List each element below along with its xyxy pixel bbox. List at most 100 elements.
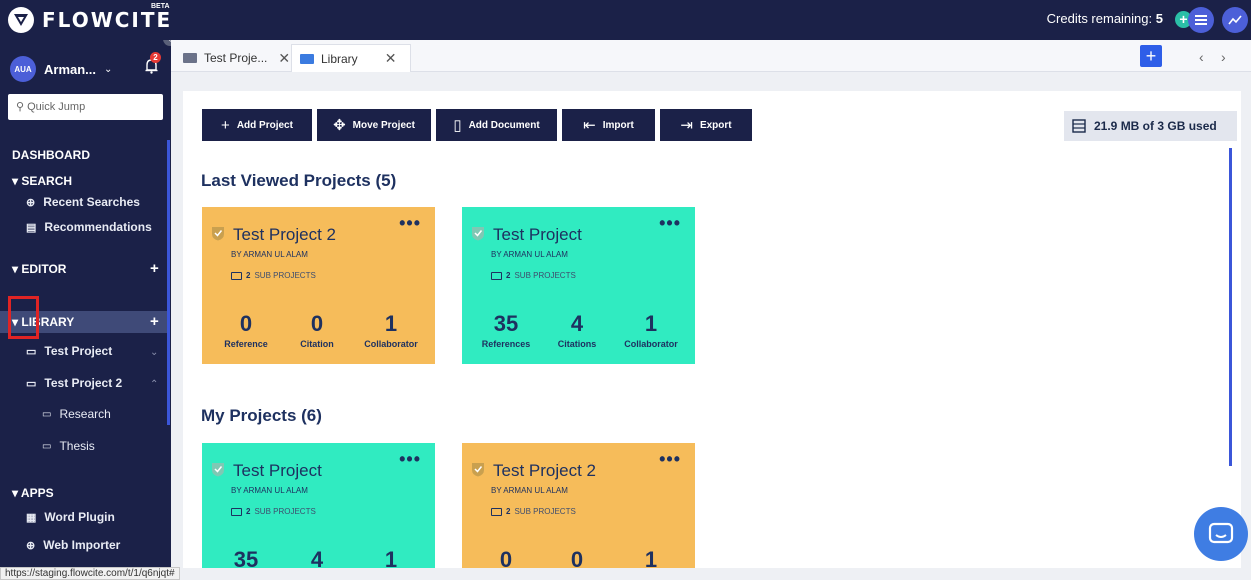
sidebar-item-test-project[interactable]: ▭ Test Project: [26, 344, 112, 358]
sub-projects-count: 2: [246, 507, 251, 516]
stat-references: 35: [216, 547, 276, 568]
sub-projects-label: SUB PROJECTS: [254, 271, 316, 280]
chevron-down-icon[interactable]: ⌄: [150, 347, 158, 358]
globe-icon: ⊕: [26, 539, 36, 552]
tab-bar: Test Proje... ✕ Library ✕ + ‹ ›: [171, 40, 1251, 72]
quick-jump-placeholder: Quick Jump: [27, 101, 86, 113]
sidebar-scrollbar[interactable]: [167, 140, 170, 425]
word-plugin-icon: ▦: [26, 511, 37, 524]
chevron-left-icon[interactable]: ‹: [1199, 49, 1204, 65]
sidebar-search[interactable]: ▾ SEARCH: [12, 174, 72, 188]
my-projects-title: My Projects (6): [201, 406, 322, 425]
sidebar-item-recent-searches[interactable]: ⊕ Recent Searches: [26, 195, 140, 209]
close-icon[interactable]: ✕: [278, 50, 290, 67]
stat-number: 35: [493, 311, 519, 336]
sidebar-item-web-importer[interactable]: ⊕ Web Importer: [26, 538, 120, 552]
list-menu-button[interactable]: [1188, 7, 1214, 33]
sidebar-search-label: SEARCH: [21, 174, 73, 188]
sub-projects-label: SUB PROJECTS: [514, 271, 576, 280]
tab-library[interactable]: Library ✕: [291, 44, 411, 72]
stat-label: References: [481, 339, 531, 349]
storage-usage: 21.9 MB of 3 GB used: [1064, 111, 1237, 141]
sub-projects[interactable]: 2 SUB PROJECTS: [231, 271, 316, 280]
sub-projects-count: 2: [506, 271, 511, 280]
storage-icon: [1072, 119, 1086, 133]
stat-label: Collaborator: [364, 339, 418, 349]
chat-support-button[interactable]: [1194, 507, 1248, 561]
card-title[interactable]: Test Project 2: [493, 461, 596, 481]
main-scrollbar[interactable]: [1229, 148, 1232, 466]
credits-label: Credits remaining:: [1046, 11, 1153, 26]
test-project-2-label: Test Project 2: [44, 376, 123, 390]
sidebar-item-recommendations[interactable]: ▤ Recommendations: [26, 220, 152, 234]
stat-number: 4: [570, 311, 584, 336]
sidebar-dashboard[interactable]: DASHBOARD: [12, 148, 90, 162]
flowcite-logo[interactable]: FLOWCITE: [8, 6, 172, 34]
folder-icon: [491, 507, 502, 516]
chevron-up-icon[interactable]: ⌃: [150, 379, 158, 390]
activity-button[interactable]: [1222, 7, 1248, 33]
stat-number: 1: [644, 311, 658, 336]
sidebar-item-research[interactable]: ▭ Research: [42, 407, 111, 421]
research-label: Research: [59, 407, 111, 421]
main-content: + Add Project ✥ Move Project ▯ Add Docum…: [183, 91, 1241, 568]
more-options-icon[interactable]: •••: [659, 213, 681, 234]
tab-test-project-label: Test Proje...: [204, 51, 268, 65]
more-options-icon[interactable]: •••: [659, 449, 681, 470]
sidebar-item-thesis[interactable]: ▭ Thesis: [42, 439, 95, 453]
stat-label: Citations: [557, 339, 597, 349]
tab-test-project[interactable]: Test Proje... ✕: [175, 44, 298, 72]
search-icon: ⚲: [16, 101, 25, 113]
card-title[interactable]: Test Project: [233, 461, 322, 481]
project-card[interactable]: ••• Test Project BY ARMAN UL ALAM 2 SUB …: [202, 443, 435, 568]
list-icon: [1195, 15, 1207, 25]
move-icon: ✥: [333, 117, 346, 134]
sidebar-editor-label: EDITOR: [21, 262, 67, 276]
sub-projects[interactable]: 2 SUB PROJECTS: [491, 271, 576, 280]
sidebar-item-word-plugin[interactable]: ▦ Word Plugin: [26, 510, 115, 524]
add-project-button[interactable]: + Add Project: [202, 109, 312, 141]
more-options-icon[interactable]: •••: [399, 213, 421, 234]
export-button[interactable]: ⇥ Export: [660, 109, 752, 141]
stat-number: 0: [239, 311, 253, 336]
quick-jump-input[interactable]: ⚲ Quick Jump: [8, 94, 163, 120]
stat-collaborators: 1 Collaborator: [356, 311, 426, 349]
new-tab-button[interactable]: +: [1140, 45, 1162, 67]
collapse-sidebar-button[interactable]: ‹: [163, 40, 171, 46]
sidebar-item-test-project-2[interactable]: ▭ Test Project 2: [26, 376, 122, 390]
chevron-down-icon: ⌄: [104, 63, 113, 75]
folder-icon: [231, 271, 242, 280]
sub-projects-label: SUB PROJECTS: [254, 507, 316, 516]
project-card[interactable]: ••• Test Project 2 BY ARMAN UL ALAM 2 SU…: [462, 443, 695, 568]
word-plugin-label: Word Plugin: [44, 510, 115, 524]
activity-icon: [1228, 15, 1242, 25]
last-viewed-title: Last Viewed Projects (5): [201, 171, 397, 190]
folder-open-icon: ▭: [26, 377, 37, 390]
import-button[interactable]: ⇤ Import: [562, 109, 655, 141]
add-library-button[interactable]: +: [150, 313, 159, 330]
project-card[interactable]: ••• Test Project 2 BY ARMAN UL ALAM 2 SU…: [202, 207, 435, 364]
sub-projects[interactable]: 2 SUB PROJECTS: [491, 507, 576, 516]
add-document-button[interactable]: ▯ Add Document: [436, 109, 557, 141]
sub-projects-count: 2: [506, 507, 511, 516]
sub-projects[interactable]: 2 SUB PROJECTS: [231, 507, 316, 516]
tab-library-label: Library: [321, 51, 358, 66]
beta-label: BETA: [151, 3, 170, 10]
card-title[interactable]: Test Project 2: [233, 225, 336, 245]
move-project-button[interactable]: ✥ Move Project: [317, 109, 431, 141]
card-title[interactable]: Test Project: [493, 225, 582, 245]
add-project-label: Add Project: [236, 119, 293, 131]
chevron-right-icon[interactable]: ›: [1221, 49, 1226, 65]
document-icon: ▯: [453, 117, 462, 134]
notification-badge: 2: [150, 52, 161, 63]
project-card[interactable]: ••• Test Project BY ARMAN UL ALAM 2 SUB …: [462, 207, 695, 364]
recommendations-label: Recommendations: [44, 220, 152, 234]
more-options-icon[interactable]: •••: [399, 449, 421, 470]
sidebar-apps[interactable]: ▾ APPS: [12, 486, 54, 500]
close-icon[interactable]: ✕: [385, 50, 397, 67]
sidebar-editor[interactable]: ▾ EDITOR: [12, 262, 66, 276]
web-importer-label: Web Importer: [43, 538, 121, 552]
add-editor-button[interactable]: +: [150, 260, 159, 277]
user-menu[interactable]: AUA Arman... ⌄: [10, 56, 112, 82]
move-project-label: Move Project: [352, 119, 415, 131]
